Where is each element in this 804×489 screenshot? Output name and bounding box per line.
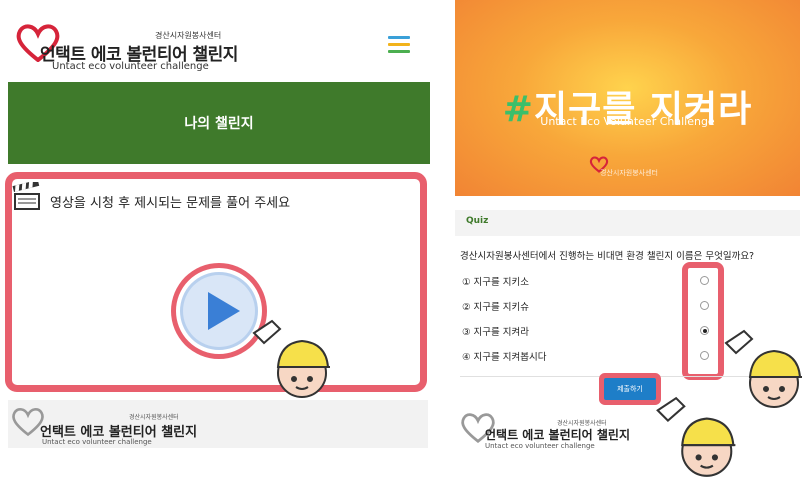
video-instruction: 영상을 시청 후 제시되는 문제를 풀어 주세요 (50, 196, 291, 211)
my-challenge-label: 나의 챌린지 (184, 116, 254, 132)
footer-subtitle: Untact eco volunteer challenge (485, 442, 595, 450)
quiz-divider (460, 376, 760, 377)
option-radio-2[interactable] (700, 301, 709, 310)
option-label-4[interactable]: ④ 지구를 지켜봅시다 (462, 349, 546, 363)
submit-button[interactable]: 제출하기 (604, 378, 656, 400)
hero-org-text: 경산시자원봉사센터 (600, 169, 658, 177)
my-challenge-banner[interactable]: 나의 챌린지 (8, 82, 430, 164)
option-radio-3[interactable] (700, 326, 709, 335)
mascot-pointing-icon (252, 319, 330, 398)
option-radio-4[interactable] (700, 351, 709, 360)
quiz-header (455, 210, 800, 236)
footer-org-text: 경산시자원봉사센터 (129, 414, 179, 421)
menu-icon[interactable] (388, 36, 410, 54)
option-label-1[interactable]: ① 지구를 지키소 (462, 274, 529, 288)
quiz-question: 경산시자원봉사센터에서 진행하는 비대면 환경 챌린지 이름은 무엇일까요? (460, 251, 755, 262)
footer-title: 언택트 에코 볼런티어 챌린지 (485, 428, 631, 442)
hero-subtitle: Untact Eco Volunteer Challenge (540, 115, 715, 128)
logo-subtitle: Untact eco volunteer challenge (52, 61, 209, 72)
footer-subtitle: Untact eco volunteer challenge (42, 438, 152, 446)
option-label-3[interactable]: ③ 지구를 지켜라 (462, 324, 529, 338)
quiz-label: Quiz (466, 216, 489, 226)
clapperboard-icon (12, 182, 40, 210)
option-label-2[interactable]: ② 지구를 지키슈 (462, 299, 529, 313)
option-radio-1[interactable] (700, 276, 709, 285)
play-icon (183, 275, 255, 347)
